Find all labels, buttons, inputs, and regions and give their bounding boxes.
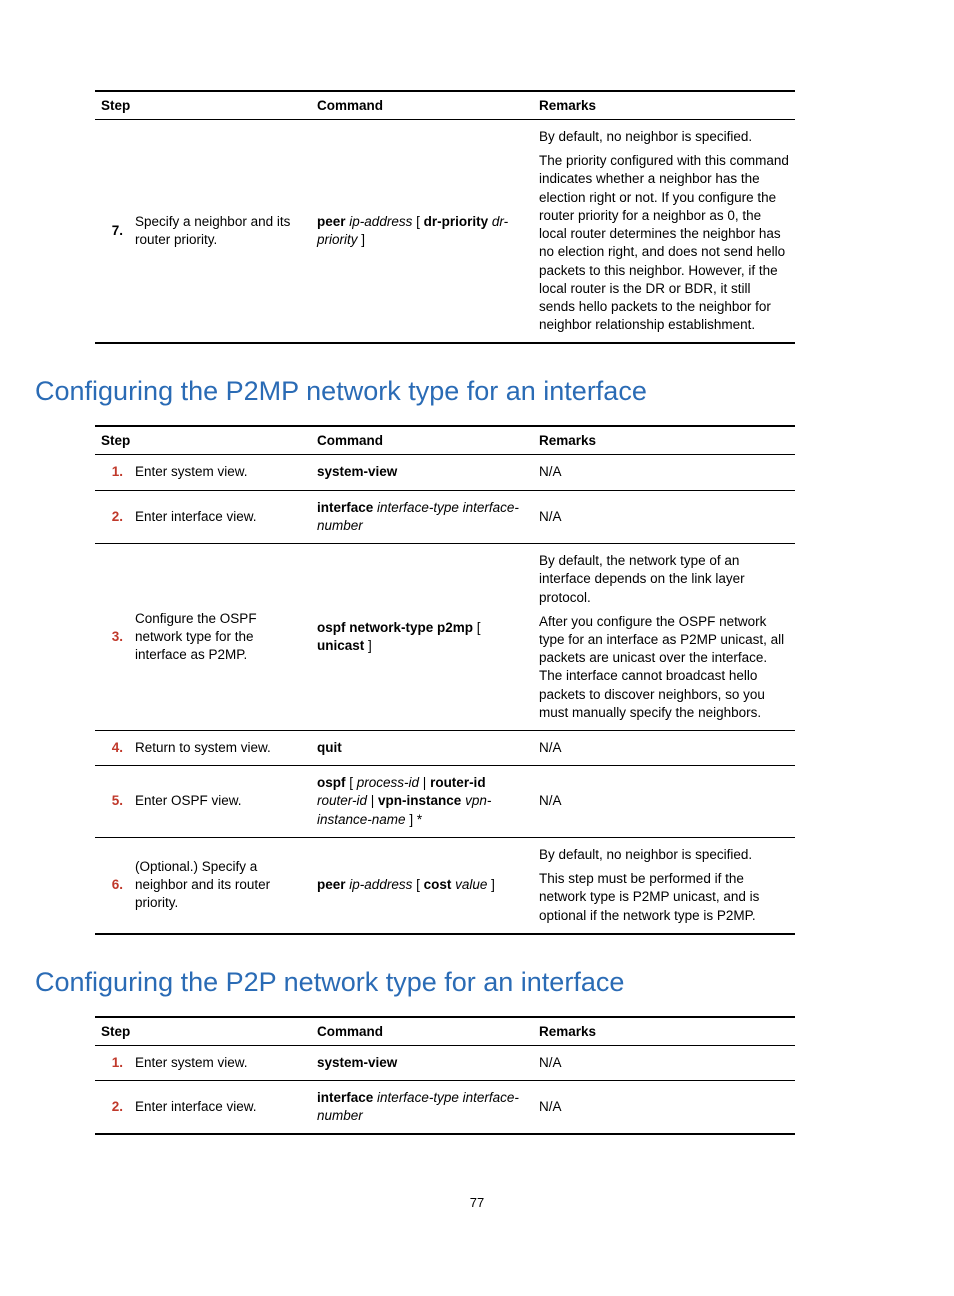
config-table-2: Step Command Remarks 1.Enter system view… bbox=[95, 425, 795, 934]
table-row: 3.Configure the OSPF network type for th… bbox=[95, 544, 795, 731]
step-number: 5. bbox=[95, 766, 129, 838]
table-row: 1.Enter system view.system-view N/A bbox=[95, 455, 795, 490]
remarks-cell: N/A bbox=[533, 1045, 795, 1080]
step-number: 2. bbox=[95, 1081, 129, 1135]
remarks-paragraph: N/A bbox=[539, 792, 789, 810]
step-number: 6. bbox=[95, 837, 129, 933]
remarks-paragraph: This step must be performed if the netwo… bbox=[539, 870, 789, 925]
step-number: 2. bbox=[95, 490, 129, 543]
remarks-cell: By default, the network type of an inter… bbox=[533, 544, 795, 731]
remarks-cell: N/A bbox=[533, 1081, 795, 1135]
remarks-paragraph: The priority configured with this comman… bbox=[539, 152, 789, 334]
step-number: 1. bbox=[95, 1045, 129, 1080]
step-number: 7. bbox=[95, 120, 129, 344]
col-header-step: Step bbox=[95, 426, 311, 455]
remarks-paragraph: N/A bbox=[539, 1098, 789, 1116]
remarks-cell: By default, no neighbor is specified. Thi… bbox=[533, 837, 795, 933]
remarks-paragraph: N/A bbox=[539, 463, 789, 481]
config-table-1: Step Command Remarks 7.Specify a neighbo… bbox=[95, 90, 795, 344]
remarks-cell: N/A bbox=[533, 455, 795, 490]
table-row: 6.(Optional.) Specify a neighbor and its… bbox=[95, 837, 795, 933]
section-title-p2mp: Configuring the P2MP network type for an… bbox=[35, 376, 859, 407]
command-cell: system-view bbox=[311, 455, 533, 490]
col-header-remarks: Remarks bbox=[533, 91, 795, 120]
step-description: Enter OSPF view. bbox=[129, 766, 311, 838]
table-row: 2.Enter interface view.interface interfa… bbox=[95, 490, 795, 543]
step-description: Configure the OSPF network type for the … bbox=[129, 544, 311, 731]
remarks-paragraph: N/A bbox=[539, 1054, 789, 1072]
page-number: 77 bbox=[95, 1195, 859, 1210]
step-description: Enter system view. bbox=[129, 455, 311, 490]
col-header-command: Command bbox=[311, 91, 533, 120]
col-header-remarks: Remarks bbox=[533, 1017, 795, 1046]
step-description: Enter interface view. bbox=[129, 1081, 311, 1135]
table-row: 2.Enter interface view.interface interfa… bbox=[95, 1081, 795, 1135]
step-description: Enter system view. bbox=[129, 1045, 311, 1080]
remarks-paragraph: By default, the network type of an inter… bbox=[539, 552, 789, 607]
remarks-cell: N/A bbox=[533, 731, 795, 766]
remarks-paragraph: By default, no neighbor is specified. bbox=[539, 128, 789, 146]
table3-body: 1.Enter system view.system-viewN/A2.Ente… bbox=[95, 1045, 795, 1134]
remarks-cell: By default, no neighbor is specified. The… bbox=[533, 120, 795, 344]
command-cell: system-view bbox=[311, 1045, 533, 1080]
command-cell: interface interface-type interface-numbe… bbox=[311, 1081, 533, 1135]
step-number: 3. bbox=[95, 544, 129, 731]
table-row: 5.Enter OSPF view.ospf [ process-id | ro… bbox=[95, 766, 795, 838]
remarks-paragraph: N/A bbox=[539, 739, 789, 757]
step-number: 1. bbox=[95, 455, 129, 490]
command-cell: interface interface-type interface-numbe… bbox=[311, 490, 533, 543]
command-cell: peer ip-address [ cost value ] bbox=[311, 837, 533, 933]
col-header-remarks: Remarks bbox=[533, 426, 795, 455]
command-cell: ospf network-type p2mp [ unicast ] bbox=[311, 544, 533, 731]
command-cell: peer ip-address [ dr-priority dr-priorit… bbox=[311, 120, 533, 344]
table1-body: 7.Specify a neighbor and its router prio… bbox=[95, 120, 795, 344]
step-description: Specify a neighbor and its router priori… bbox=[129, 120, 311, 344]
command-cell: quit bbox=[311, 731, 533, 766]
remarks-paragraph: By default, no neighbor is specified. bbox=[539, 846, 789, 864]
col-header-command: Command bbox=[311, 1017, 533, 1046]
remarks-cell: N/A bbox=[533, 490, 795, 543]
table2-body: 1.Enter system view.system-viewN/A2.Ente… bbox=[95, 455, 795, 934]
col-header-step: Step bbox=[95, 1017, 311, 1046]
step-description: Enter interface view. bbox=[129, 490, 311, 543]
remarks-cell: N/A bbox=[533, 766, 795, 838]
remarks-paragraph: N/A bbox=[539, 508, 789, 526]
page-content: Step Command Remarks 7.Specify a neighbo… bbox=[0, 0, 954, 1250]
table-row: 1.Enter system view.system-view N/A bbox=[95, 1045, 795, 1080]
table-row: 4.Return to system view.quit N/A bbox=[95, 731, 795, 766]
config-table-3: Step Command Remarks 1.Enter system view… bbox=[95, 1016, 795, 1136]
col-header-step: Step bbox=[95, 91, 311, 120]
command-cell: ospf [ process-id | router-id router-id … bbox=[311, 766, 533, 838]
step-number: 4. bbox=[95, 731, 129, 766]
section-title-p2p: Configuring the P2P network type for an … bbox=[35, 967, 859, 998]
step-description: Return to system view. bbox=[129, 731, 311, 766]
col-header-command: Command bbox=[311, 426, 533, 455]
step-description: (Optional.) Specify a neighbor and its r… bbox=[129, 837, 311, 933]
table-row: 7.Specify a neighbor and its router prio… bbox=[95, 120, 795, 344]
remarks-paragraph: After you configure the OSPF network typ… bbox=[539, 613, 789, 722]
